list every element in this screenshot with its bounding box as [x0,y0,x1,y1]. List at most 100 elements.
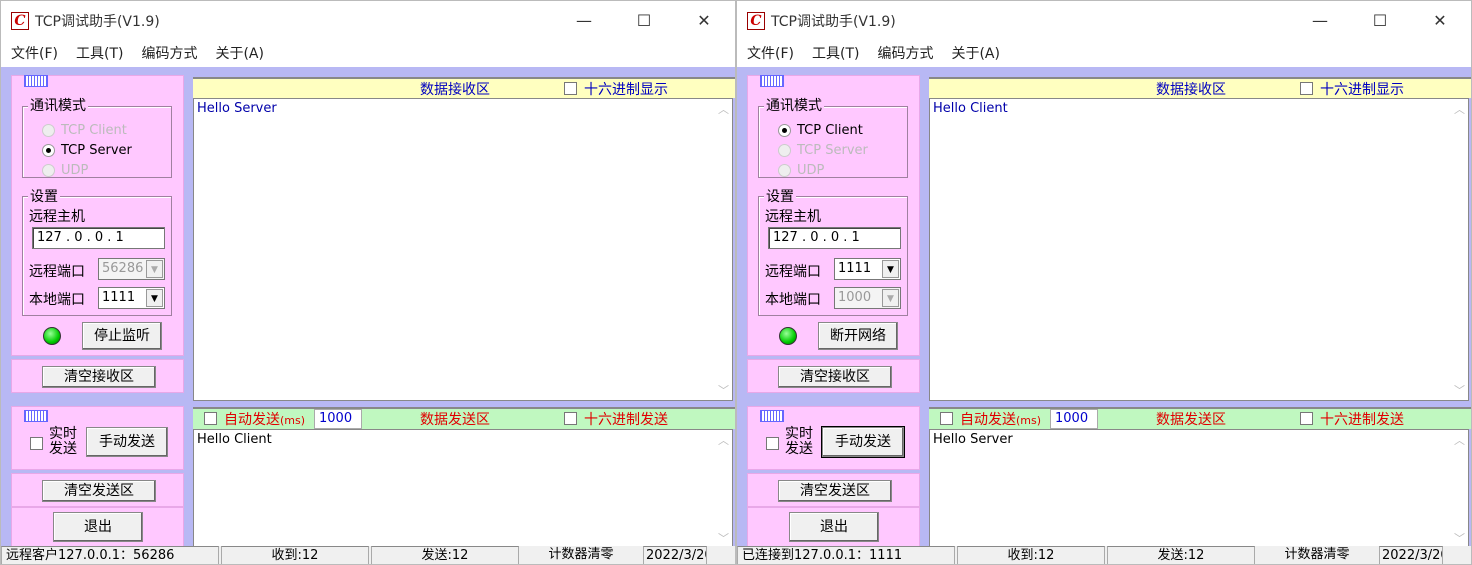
send-header-title: 数据发送区 [1156,412,1226,428]
scroll-up-icon[interactable]: ︿ [1451,432,1468,448]
scroll-down-icon[interactable]: ﹀ [1451,530,1468,546]
status-received: 收到:12 [221,546,369,564]
local-port-select[interactable]: 1111 ▼ [98,287,165,309]
clear-recv-panel: 清空接收区 [747,359,920,393]
close-button[interactable]: ✕ [1417,9,1463,33]
hex-display-label: 十六进制显示 [584,82,668,98]
local-port-value: 1111 [102,290,136,305]
clear-send-button[interactable]: 清空发送区 [42,480,156,502]
status-date: 2022/3/20 [643,546,707,564]
panel-grip-icon [760,410,784,422]
auto-send-interval-input[interactable]: 1000 [1050,409,1098,429]
hex-send-checkbox[interactable] [1300,412,1313,425]
radio-udp[interactable]: UDP [778,163,824,178]
exit-panel: 退出 [747,507,920,547]
recv-textarea[interactable]: Hello Server ︿ ﹀ [193,98,733,401]
clear-send-panel: 清空发送区 [11,473,184,507]
settings-group-label: 设置 [28,186,60,206]
remote-host-input[interactable]: 127 . 0 . 0 . 1 [768,227,901,249]
chevron-down-icon: ▼ [146,289,163,307]
recv-text: Hello Client [933,101,1008,116]
send-textarea[interactable]: Hello Server ︿ ﹀ [929,429,1469,547]
chevron-down-icon: ▼ [146,260,163,278]
local-port-label: 本地端口 [765,292,821,308]
menu-item[interactable]: 关于(A) [215,43,264,63]
auto-send-checkbox[interactable] [204,412,217,425]
menu-item[interactable]: 工具(T) [76,43,123,63]
reset-counter-button[interactable]: 计数器清零 [521,546,641,564]
maximize-button[interactable]: ☐ [1357,9,1403,33]
recv-header: 数据接收区 十六进制显示 [929,77,1471,98]
auto-send-checkbox[interactable] [940,412,953,425]
menu-item[interactable]: 关于(A) [951,43,1000,63]
settings-group-label: 设置 [764,186,796,206]
menu-item[interactable]: 文件(F) [747,43,794,63]
app-window: C TCP调试助手(V1.9) — ☐ ✕ 文件(F) 工具(T) 编码方式 关于(A… [736,0,1472,565]
app-logo-icon: C [747,12,765,30]
hex-send-checkbox[interactable] [564,412,577,425]
send-text: Hello Server [933,432,1013,447]
remote-port-select[interactable]: 56286 ▼ [98,258,165,280]
close-button[interactable]: ✕ [681,9,727,33]
connect-button[interactable]: 停止监听 [82,322,162,350]
chevron-down-icon: ▼ [882,289,899,307]
local-port-value: 1000 [838,290,872,305]
menu-item[interactable]: 工具(T) [812,43,859,63]
local-port-select[interactable]: 1000 ▼ [834,287,901,309]
local-port-label: 本地端口 [29,292,85,308]
clear-send-panel: 清空发送区 [747,473,920,507]
manual-send-button[interactable]: 手动发送 [821,426,905,458]
scroll-up-icon[interactable]: ︿ [1451,101,1468,117]
exit-button[interactable]: 退出 [789,512,879,542]
recv-header-title: 数据接收区 [1156,82,1226,98]
radio-tcp-client[interactable]: TCP Client [778,123,863,138]
remote-host-input[interactable]: 127 . 0 . 0 . 1 [32,227,165,249]
clear-recv-panel: 清空接收区 [11,359,184,393]
clear-send-button[interactable]: 清空发送区 [778,480,892,502]
hex-display-checkbox[interactable] [1300,82,1313,95]
scroll-up-icon[interactable]: ︿ [715,432,732,448]
scroll-down-icon[interactable]: ﹀ [1451,382,1468,398]
maximize-button[interactable]: ☐ [621,9,667,33]
recv-textarea[interactable]: Hello Client ︿ ﹀ [929,98,1469,401]
send-textarea[interactable]: Hello Client ︿ ﹀ [193,429,733,547]
scroll-up-icon[interactable]: ︿ [715,101,732,117]
reset-counter-button[interactable]: 计数器清零 [1257,546,1377,564]
minimize-button[interactable]: — [561,9,607,33]
remote-port-select[interactable]: 1111 ▼ [834,258,901,280]
connection-panel: 通讯模式 TCP Client TCP Server UDP 设置 远程主机 127… [747,75,920,356]
radio-tcp-client[interactable]: TCP Client [42,123,127,138]
status-led-icon [43,327,61,345]
app-logo-icon: C [11,12,29,30]
auto-send-text: 自动发送 [960,412,1016,428]
recv-header-title: 数据接收区 [420,82,490,98]
exit-panel: 退出 [11,507,184,547]
radio-button-icon [778,164,791,177]
remote-host-label: 远程主机 [29,209,85,225]
menu-bar: 文件(F) 工具(T) 编码方式 关于(A) [11,43,264,63]
minimize-button[interactable]: — [1297,9,1343,33]
send-text: Hello Client [197,432,272,447]
auto-send-text: 自动发送 [224,412,280,428]
menu-item[interactable]: 编码方式 [877,43,933,63]
menu-item[interactable]: 文件(F) [11,43,58,63]
exit-button[interactable]: 退出 [53,512,143,542]
scroll-down-icon[interactable]: ﹀ [715,382,732,398]
panel-grip-icon [760,75,784,87]
realtime-send-checkbox[interactable] [30,437,43,450]
manual-send-button[interactable]: 手动发送 [86,427,168,457]
remote-port-value: 1111 [838,261,872,276]
connect-button[interactable]: 断开网络 [818,322,898,350]
main-panel: 通讯模式 TCP Client TCP Server UDP 设置 远程主机 127… [1,67,735,547]
radio-tcp-server[interactable]: TCP Server [42,143,132,158]
menu-item[interactable]: 编码方式 [141,43,197,63]
radio-tcp-server[interactable]: TCP Server [778,143,868,158]
clear-recv-button[interactable]: 清空接收区 [42,366,156,388]
radio-udp[interactable]: UDP [42,163,88,178]
app-window: C TCP调试助手(V1.9) — ☐ ✕ 文件(F) 工具(T) 编码方式 关于(A… [0,0,736,565]
clear-recv-button[interactable]: 清空接收区 [778,366,892,388]
realtime-send-checkbox[interactable] [766,437,779,450]
hex-display-checkbox[interactable] [564,82,577,95]
auto-send-interval-input[interactable]: 1000 [314,409,362,429]
scroll-down-icon[interactable]: ﹀ [715,530,732,546]
